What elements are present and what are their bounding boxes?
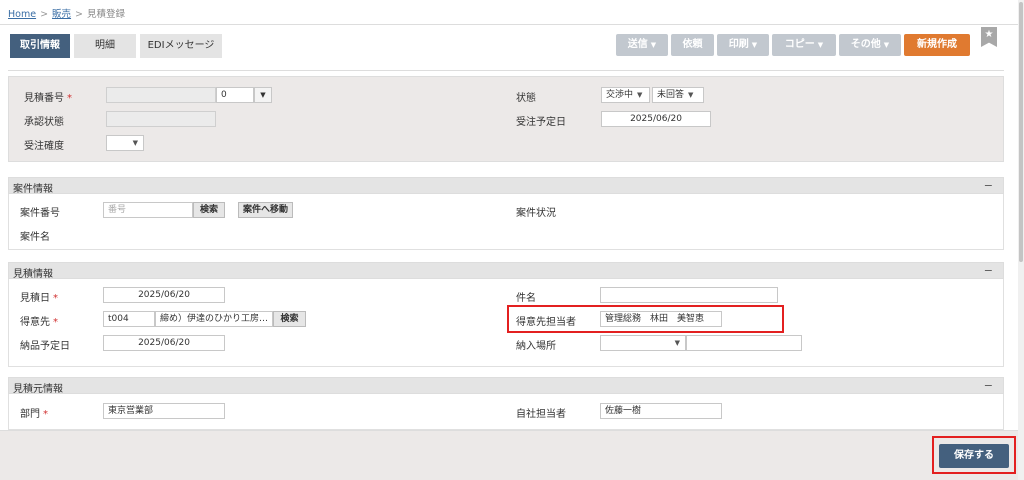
collapse-icon[interactable]: − xyxy=(984,179,993,192)
breadcrumb-separator: > xyxy=(75,9,84,20)
estimate-date-field[interactable]: 2025/06/20 xyxy=(103,287,225,303)
source-section-header[interactable]: 見積元情報 − xyxy=(8,377,1004,395)
chevron-down-icon: ▼ xyxy=(751,41,758,49)
department-field[interactable]: 東京営業部 xyxy=(103,403,225,419)
estimate-date-label-text: 見積日 xyxy=(20,293,50,304)
required-mark: * xyxy=(43,409,48,420)
delivery-place-detail-field[interactable] xyxy=(686,335,802,351)
estimate-section-header[interactable]: 見積情報 − xyxy=(8,262,1004,280)
chevron-down-icon: ▼ xyxy=(817,41,824,49)
approval-status-field xyxy=(106,111,216,127)
source-section-title: 見積元情報 xyxy=(13,384,63,395)
chevron-down-icon: ▼ xyxy=(650,41,657,49)
status-value-answer: 未回答 xyxy=(657,90,685,100)
request-button[interactable]: 依頼 xyxy=(671,34,714,56)
order-date-field[interactable]: 2025/06/20 xyxy=(601,111,711,127)
department-label: 部門 * xyxy=(20,405,48,420)
breadcrumb-home-link[interactable]: Home xyxy=(8,9,36,20)
scrollbar-thumb[interactable] xyxy=(1019,2,1023,262)
project-no-label: 案件番号 xyxy=(20,208,60,219)
required-mark: * xyxy=(67,93,72,104)
divider xyxy=(8,70,1004,71)
copy-button-label: コピー xyxy=(784,39,815,50)
project-section-header[interactable]: 案件情報 − xyxy=(8,177,1004,195)
estimate-date-label: 見積日 * xyxy=(20,289,58,304)
tab-edi-message[interactable]: EDIメッセージ xyxy=(140,34,222,58)
required-mark: * xyxy=(53,317,58,328)
status-select-negotiation[interactable]: 交渉中 ▼ xyxy=(601,87,650,103)
chevron-down-icon: ▼ xyxy=(674,339,680,347)
customer-name-field: 締め）伊達のひかり工房… xyxy=(155,311,273,327)
customer-label-text: 得意先 xyxy=(20,317,50,328)
order-probability-select[interactable]: ▼ xyxy=(106,135,144,151)
chevron-down-icon: ▼ xyxy=(883,41,890,49)
copy-button[interactable]: コピー ▼ xyxy=(772,34,836,56)
status-label: 状態 xyxy=(516,93,536,104)
star-icon[interactable]: ★ xyxy=(981,27,997,47)
tab-details[interactable]: 明細 xyxy=(74,34,136,58)
subject-field[interactable] xyxy=(600,287,778,303)
delivery-date-field[interactable]: 2025/06/20 xyxy=(103,335,225,351)
other-button-label: その他 xyxy=(850,39,881,50)
customer-contact-field[interactable]: 管理総務 林田 美智恵 xyxy=(600,311,722,327)
collapse-icon[interactable]: − xyxy=(984,264,993,277)
print-button-label: 印刷 xyxy=(728,39,749,50)
order-probability-label: 受注確度 xyxy=(24,141,64,152)
status-select-answer[interactable]: 未回答 ▼ xyxy=(652,87,704,103)
customer-label: 得意先 * xyxy=(20,313,58,328)
breadcrumb-separator: > xyxy=(40,9,49,20)
tab-transaction-info[interactable]: 取引情報 xyxy=(10,34,70,58)
breadcrumb-current: 見積登録 xyxy=(87,9,126,20)
department-label-text: 部門 xyxy=(20,409,40,420)
approval-status-label: 承認状態 xyxy=(24,117,64,128)
estimate-no-suffix-field[interactable]: 0 xyxy=(216,87,254,103)
breadcrumb: Home > 販売 > 見積登録 xyxy=(8,6,125,20)
customer-contact-label: 得意先担当者 xyxy=(516,317,576,328)
customer-code-field[interactable]: t004 xyxy=(103,311,155,327)
chevron-down-icon: ▼ xyxy=(132,139,138,147)
staff-field[interactable]: 佐藤一樹 xyxy=(600,403,722,419)
subject-label: 件名 xyxy=(516,293,536,304)
send-button[interactable]: 送信 ▼ xyxy=(616,34,668,56)
new-button[interactable]: 新規作成 xyxy=(904,34,970,56)
breadcrumb-sales-link[interactable]: 販売 xyxy=(52,9,71,20)
project-name-label: 案件名 xyxy=(20,232,50,243)
collapse-icon[interactable]: − xyxy=(984,379,993,392)
required-mark: * xyxy=(53,293,58,304)
status-value-negotiation: 交渉中 xyxy=(606,90,634,100)
chevron-down-icon: ▼ xyxy=(688,91,694,99)
delivery-place-label: 納入場所 xyxy=(516,341,556,352)
project-no-input[interactable]: 番号 xyxy=(103,202,193,218)
estimate-no-label-text: 見積番号 xyxy=(24,93,64,104)
estimate-no-label: 見積番号 * xyxy=(24,89,72,104)
delivery-date-label: 納品予定日 xyxy=(20,341,70,352)
project-section-title: 案件情報 xyxy=(13,184,53,195)
order-date-label: 受注予定日 xyxy=(516,117,566,128)
other-button[interactable]: その他 ▼ xyxy=(839,34,901,56)
divider xyxy=(0,24,1018,25)
highlight-box xyxy=(932,436,1016,474)
chevron-down-icon: ▼ xyxy=(637,91,643,99)
estimate-no-field xyxy=(106,87,216,103)
customer-search-button[interactable]: 検索 xyxy=(273,311,306,327)
project-search-button[interactable]: 検索 xyxy=(193,202,225,218)
chevron-down-icon[interactable]: ▼ xyxy=(254,87,272,103)
goto-project-button[interactable]: 案件へ移動 xyxy=(238,202,293,218)
project-status-label: 案件状況 xyxy=(516,208,556,219)
send-button-label: 送信 xyxy=(627,39,648,50)
delivery-place-select[interactable]: ▼ xyxy=(600,335,686,351)
footer-bar xyxy=(0,430,1018,480)
estimate-section-title: 見積情報 xyxy=(13,269,53,280)
staff-label: 自社担当者 xyxy=(516,409,566,420)
print-button[interactable]: 印刷 ▼ xyxy=(717,34,769,56)
